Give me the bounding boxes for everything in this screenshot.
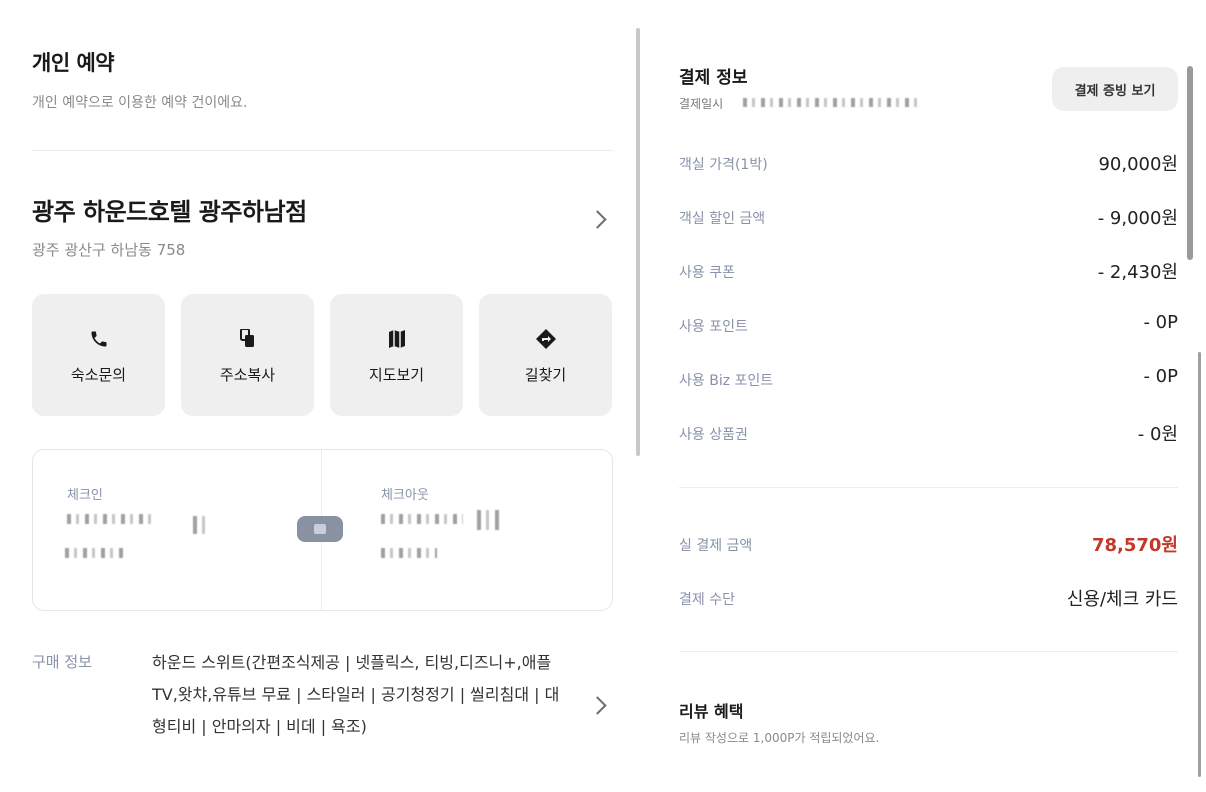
checkout-label: 체크아웃 (381, 488, 429, 503)
price-row-label: 사용 Biz 포인트 (679, 373, 774, 389)
price-row: 객실 할인 금액 - 9,000원 (679, 204, 1178, 234)
payment-date-redacted (743, 98, 919, 107)
payment-method-label: 결제 수단 (679, 592, 735, 608)
purchase-info-text[interactable]: 하운드 스위트(간편조식제공 | 넷플릭스, 티빙,디즈니+,애플TV,왓챠,유… (152, 647, 572, 743)
price-row: 사용 쿠폰 - 2,430원 (679, 258, 1178, 288)
price-row-label: 사용 포인트 (679, 319, 748, 335)
reservation-panel: 개인 예약 개인 예약으로 이용한 예약 건이에요. 광주 하운드호텔 광주하남… (32, 0, 613, 792)
nights-badge (297, 516, 343, 542)
action-label: 주소복사 (219, 366, 276, 384)
checkout-date-redacted (381, 514, 463, 524)
chevron-right-icon[interactable] (588, 696, 607, 715)
price-row-value: - 9,000원 (1097, 208, 1178, 229)
checkin-date-redacted (67, 514, 157, 524)
scrollbar-thumb[interactable] (1187, 66, 1193, 260)
view-map-button[interactable]: 지도보기 (330, 294, 463, 416)
copy-address-button[interactable]: 주소복사 (181, 294, 314, 416)
price-row-label: 객실 할인 금액 (679, 211, 766, 227)
price-row: 객실 가격(1박) 90,000원 (679, 150, 1178, 180)
action-buttons: 숙소문의 주소복사 지도보기 길찾기 (32, 294, 612, 416)
copy-icon (239, 328, 257, 350)
divider (679, 487, 1178, 488)
contact-property-button[interactable]: 숙소문의 (32, 294, 165, 416)
panel-scrollbar[interactable] (636, 28, 640, 456)
divider (679, 651, 1178, 652)
checkin-date-redacted (193, 516, 207, 534)
directions-button[interactable]: 길찾기 (479, 294, 612, 416)
page-title: 개인 예약 (32, 51, 115, 75)
checkin-time-redacted (65, 548, 127, 558)
purchase-info-label: 구매 정보 (32, 653, 92, 671)
action-label: 숙소문의 (70, 366, 127, 384)
price-row: 사용 포인트 - 0P (679, 312, 1178, 342)
action-label: 길찾기 (524, 366, 567, 384)
price-row-label: 사용 쿠폰 (679, 265, 735, 281)
price-row-label: 사용 상품권 (679, 427, 748, 443)
view-receipt-button[interactable]: 결제 증빙 보기 (1052, 67, 1178, 111)
review-benefit-title: 리뷰 혜택 (679, 702, 744, 721)
payment-title: 결제 정보 (679, 68, 748, 88)
total-value: 78,570원 (1091, 535, 1178, 556)
payment-method-value: 신용/체크 카드 (1066, 589, 1178, 610)
checkout-date-redacted (477, 510, 503, 530)
checkin-checkout-card: 체크인 체크아웃 (32, 449, 613, 611)
payment-date-label: 결제일시 (679, 97, 724, 111)
payment-method-row: 결제 수단 신용/체크 카드 (679, 585, 1178, 615)
price-row-value: - 0P (1143, 366, 1178, 387)
page-subtitle: 개인 예약으로 이용한 예약 건이에요. (32, 95, 248, 111)
phone-icon (89, 328, 109, 350)
total-row: 실 결제 금액 78,570원 (679, 531, 1178, 561)
hotel-name[interactable]: 광주 하운드호텔 광주하남점 (32, 192, 307, 227)
checkout-time-redacted (381, 548, 437, 558)
price-row-value: - 0원 (1137, 424, 1178, 445)
divider (32, 150, 613, 151)
payment-panel: 결제 정보 결제일시 결제 증빙 보기 객실 가격(1박) 90,000원 객실… (679, 0, 1178, 792)
chevron-right-icon[interactable] (588, 210, 607, 229)
hotel-address: 광주 광산구 하남동 758 (32, 241, 186, 259)
action-label: 지도보기 (368, 366, 425, 384)
total-label: 실 결제 금액 (679, 538, 753, 554)
checkin-label: 체크인 (67, 488, 103, 503)
price-row-label: 객실 가격(1박) (679, 157, 768, 173)
price-row-value: 90,000원 (1098, 154, 1178, 175)
map-icon (388, 328, 406, 350)
price-row-value: - 0P (1143, 312, 1178, 333)
price-row: 사용 Biz 포인트 - 0P (679, 366, 1178, 396)
directions-icon (535, 328, 556, 350)
review-benefit-subtitle: 리뷰 작성으로 1,000P가 적립되었어요. (679, 731, 880, 745)
price-row: 사용 상품권 - 0원 (679, 420, 1178, 450)
price-row-value: - 2,430원 (1097, 262, 1178, 283)
scrollbar-thumb[interactable] (1198, 352, 1201, 777)
